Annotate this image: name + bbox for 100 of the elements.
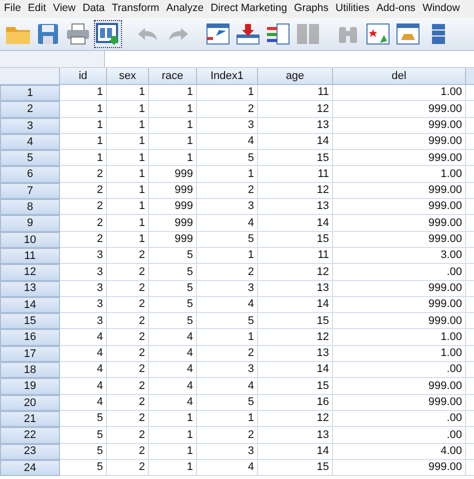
column-header[interactable]: sex: [107, 68, 149, 85]
table-cell: 999.00: [333, 101, 466, 118]
table-cell: 2: [107, 280, 149, 297]
table-cell: 4: [197, 296, 258, 314]
table-cell: 5: [197, 232, 258, 248]
row-header[interactable]: 3: [0, 118, 60, 134]
table-cell: 1: [60, 134, 107, 150]
row-header[interactable]: 12: [0, 264, 60, 281]
undo-arrow-icon: [137, 26, 159, 42]
menu-item[interactable]: Transform: [112, 1, 160, 17]
insert-column-icon: [266, 23, 290, 45]
table-cell: 1: [60, 101, 107, 118]
table-cell: 2: [107, 329, 149, 346]
column-header[interactable]: del: [333, 68, 466, 85]
menu-item[interactable]: Graphs: [294, 1, 328, 17]
table-cell: 4.00: [333, 444, 466, 460]
column-header[interactable]: id: [60, 68, 107, 85]
table-cell: 3: [60, 296, 107, 314]
table-cell: 2: [107, 296, 149, 314]
table-cell: 1.00: [333, 329, 466, 346]
row-header[interactable]: 21: [0, 410, 60, 428]
table-cell: 11: [258, 166, 333, 183]
row-header[interactable]: 18: [0, 362, 60, 378]
table-cell: 13: [258, 199, 333, 216]
row-header[interactable]: 20: [0, 394, 60, 411]
row-header[interactable]: 2: [0, 101, 60, 118]
row-header[interactable]: 23: [0, 444, 60, 460]
table-cell: 11: [258, 85, 333, 102]
table-cell: 1: [149, 427, 197, 444]
row-header[interactable]: 1: [0, 85, 60, 102]
table-cell: 999: [149, 199, 197, 216]
row-header[interactable]: 17: [0, 346, 60, 362]
table-cell: 4: [149, 362, 197, 378]
table-cell: 3: [197, 280, 258, 297]
row-header[interactable]: 19: [0, 378, 60, 395]
toolbar-button[interactable]: [94, 20, 122, 48]
table-cell: 1: [197, 166, 258, 183]
table-cell: 5: [149, 280, 197, 297]
cell-name-field[interactable]: [0, 51, 105, 67]
table-cell: 1: [107, 182, 149, 200]
table-cell: 4: [60, 394, 107, 411]
menu-item[interactable]: View: [53, 1, 76, 17]
table-cell: 999: [149, 232, 197, 248]
table-cell: 4: [60, 362, 107, 378]
table-cell: 12: [258, 410, 333, 428]
table-cell: 999.00: [333, 232, 466, 248]
table-cell: 5: [60, 427, 107, 444]
table-cell: 1: [149, 150, 197, 166]
table-cell: 2: [107, 313, 149, 330]
menu-item[interactable]: Edit: [28, 1, 46, 17]
table-cell: 2: [107, 444, 149, 460]
column-header[interactable]: race: [149, 68, 197, 85]
row-header[interactable]: 16: [0, 329, 60, 346]
row-header[interactable]: 11: [0, 248, 60, 264]
row-header[interactable]: 7: [0, 182, 60, 200]
table-cell: 4: [197, 378, 258, 395]
menu-item[interactable]: Direct Marketing: [210, 1, 288, 17]
table-cell: 12: [258, 182, 333, 200]
table-cell: 4: [197, 134, 258, 150]
table-cell: 13: [258, 280, 333, 297]
table-cell: 15: [258, 150, 333, 166]
menu-item[interactable]: Utilities: [335, 1, 370, 17]
table-cell: 3: [60, 280, 107, 297]
row-header[interactable]: 15: [0, 313, 60, 330]
table-cell: 15: [258, 378, 333, 395]
table-cell: 2: [60, 182, 107, 200]
table-cell: 16: [258, 394, 333, 411]
row-header[interactable]: 14: [0, 296, 60, 314]
row-header[interactable]: 10: [0, 232, 60, 248]
table-cell: 2: [60, 166, 107, 183]
column-header[interactable]: age: [258, 68, 333, 85]
column-header[interactable]: Index1: [197, 68, 258, 85]
row-header[interactable]: 5: [0, 150, 60, 166]
table-cell: 3.00: [333, 248, 466, 264]
table-cell: 1: [149, 118, 197, 134]
table-cell: 3: [60, 248, 107, 264]
table-cell: 15: [258, 460, 333, 476]
row-header[interactable]: 22: [0, 427, 60, 444]
row-header[interactable]: 9: [0, 215, 60, 232]
row-header[interactable]: 13: [0, 280, 60, 297]
table-cell: 999.00: [333, 460, 466, 476]
table-cell: 999.00: [333, 215, 466, 232]
row-header[interactable]: 24: [0, 460, 60, 476]
row-header[interactable]: 6: [0, 166, 60, 183]
menu-item[interactable]: Window: [422, 1, 460, 17]
menu-item[interactable]: Add-ons: [376, 1, 416, 17]
table-cell: 2: [60, 215, 107, 232]
table-cell: .00: [333, 427, 466, 444]
table-cell: 14: [258, 296, 333, 314]
table-cell: 1: [107, 118, 149, 134]
split-table-icon: [296, 23, 320, 45]
table-cell: 1: [197, 410, 258, 428]
row-header[interactable]: 8: [0, 199, 60, 216]
table-cell: 3: [197, 444, 258, 460]
table-cell: 2: [197, 427, 258, 444]
row-header[interactable]: 4: [0, 134, 60, 150]
menu-item[interactable]: Data: [82, 1, 105, 17]
menu-item[interactable]: Analyze: [166, 1, 204, 17]
table-cell: 2: [107, 427, 149, 444]
menu-item[interactable]: File: [4, 1, 21, 17]
